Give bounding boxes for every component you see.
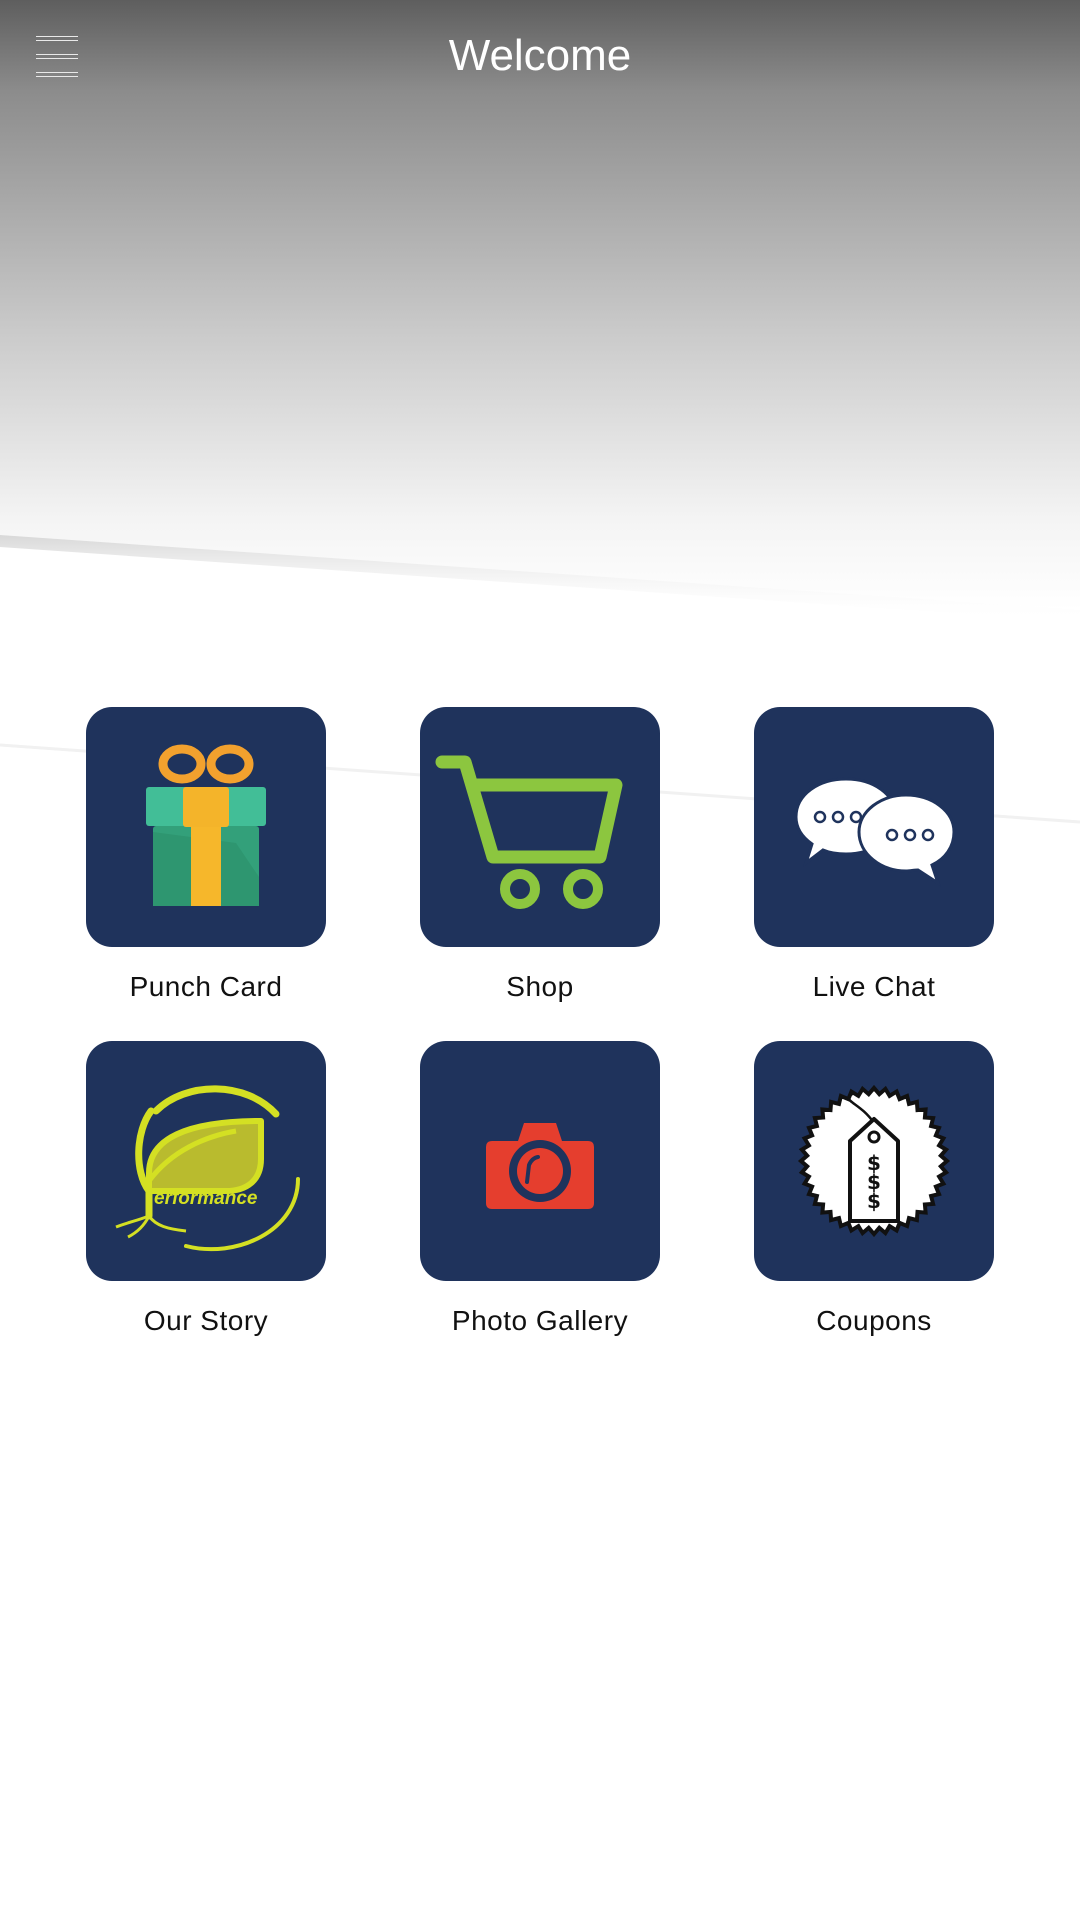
tile-punch-card[interactable]: Punch Card xyxy=(86,707,326,1005)
shopping-cart-icon xyxy=(435,755,623,909)
tile-label: Punch Card xyxy=(129,971,283,1002)
tile-label: Coupons xyxy=(816,1305,932,1336)
top-bar: Welcome xyxy=(0,0,1080,115)
svg-text:$: $ xyxy=(867,1189,881,1213)
tile-coupons[interactable]: $ $ $ Coupons xyxy=(754,1041,994,1339)
chat-bubbles-icon xyxy=(794,777,956,887)
tile-label: Photo Gallery xyxy=(451,1305,629,1336)
app-screen: Welcome Punch Card Shop Live Chat erform… xyxy=(0,0,1080,1920)
tile-live-chat[interactable]: Live Chat xyxy=(754,707,994,1005)
tile-label: Shop xyxy=(506,971,574,1002)
live-chat-button[interactable] xyxy=(754,707,994,947)
gift-icon xyxy=(146,744,266,906)
camera-icon xyxy=(486,1123,594,1209)
punch-card-button[interactable] xyxy=(86,707,326,947)
shop-button[interactable] xyxy=(420,707,660,947)
page-title: Welcome xyxy=(448,31,632,80)
tile-our-story[interactable]: erformance Our Story xyxy=(86,1041,326,1339)
tile-shop[interactable]: Shop xyxy=(420,707,660,1005)
coupons-button[interactable]: $ $ $ xyxy=(754,1041,994,1281)
tile-photo-gallery[interactable]: Photo Gallery xyxy=(420,1041,660,1339)
photo-gallery-button[interactable] xyxy=(420,1041,660,1281)
svg-text:erformance: erformance xyxy=(154,1188,258,1209)
tile-label: Our Story xyxy=(143,1305,269,1336)
our-story-button[interactable]: erformance xyxy=(86,1041,326,1281)
performance-logo-icon: erformance xyxy=(115,1085,300,1252)
tile-label: Live Chat xyxy=(812,971,936,1002)
price-tag-icon: $ $ $ xyxy=(797,1084,951,1238)
